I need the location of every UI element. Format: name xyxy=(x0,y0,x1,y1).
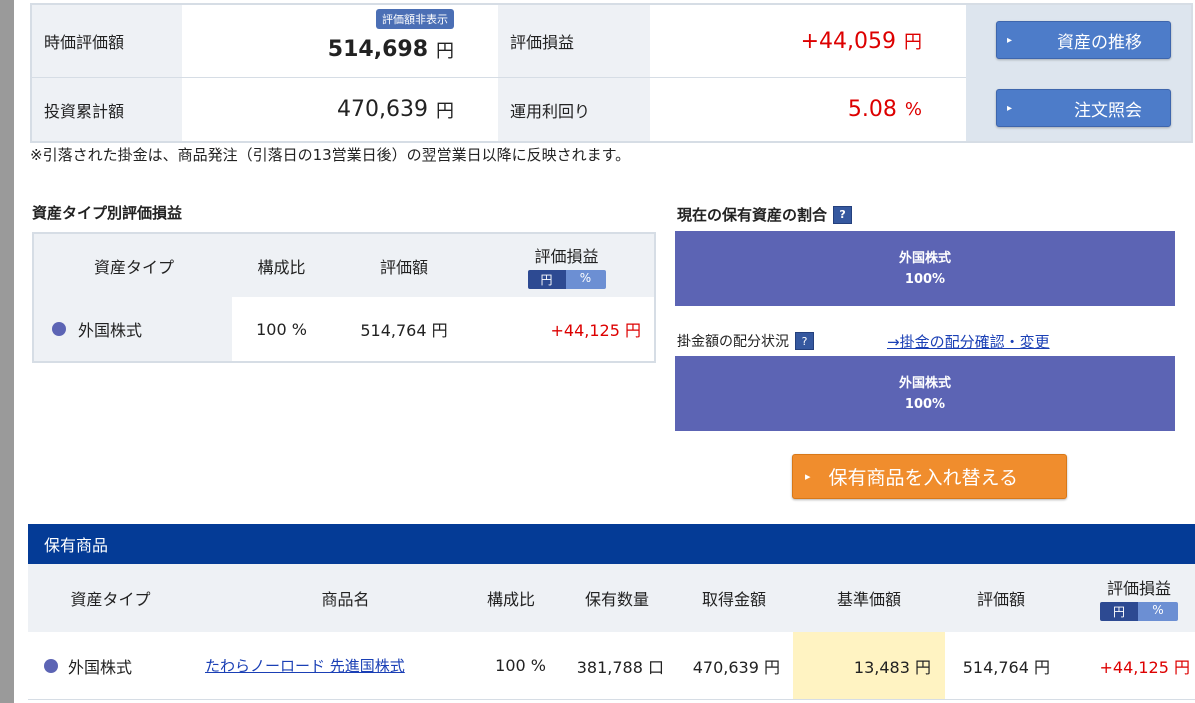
invested-label: 投資累計額 xyxy=(32,78,182,141)
toggle-percent[interactable]: % xyxy=(1138,602,1178,621)
contribution-title: 掛金額の配分状況 ? xyxy=(677,331,814,351)
yield-label: 運用利回り xyxy=(498,78,650,141)
asset-history-button[interactable]: ▸ 資産の推移 xyxy=(996,21,1171,59)
table-row: 外国株式 たわらノーロード 先進国株式 100 % 381,788 口 470,… xyxy=(28,632,1195,700)
col-gain: 評価損益 円 % xyxy=(1083,564,1195,632)
summary-panel: 時価評価額 評価額非表示 514,698 円 評価損益 +44,059 円 投資… xyxy=(30,3,1193,143)
market-value: 514,698 xyxy=(327,36,428,62)
col-nav: 基準価額 xyxy=(836,590,901,609)
col-asset-type: 資産タイプ xyxy=(93,257,174,277)
col-value: 評価額 xyxy=(379,257,428,277)
asset-type-header: 資産タイプ 構成比 評価額 評価損益 円 % xyxy=(34,234,654,297)
holding-nav: 13,483 円 xyxy=(793,632,945,699)
col-cost: 取得金額 xyxy=(701,590,766,609)
yield-cell: 5.08 % xyxy=(650,78,966,141)
col-ratio: 構成比 xyxy=(257,257,306,277)
asset-type-title: 資産タイプ別評価損益 xyxy=(32,204,183,222)
hide-value-badge[interactable]: 評価額非表示 xyxy=(376,9,454,29)
holding-ratio: 100 % xyxy=(495,656,546,675)
market-value-yen: 円 xyxy=(436,41,454,62)
market-value-cell: 評価額非表示 514,698 円 xyxy=(182,5,498,77)
col-gain: 評価損益 円 % xyxy=(479,234,654,297)
holding-value: 514,764 円 xyxy=(962,657,1050,677)
order-inquiry-button[interactable]: ▸ 注文照会 xyxy=(996,89,1171,127)
gain-unit-toggle: 円 % xyxy=(527,269,606,289)
series-dot-icon xyxy=(44,658,58,673)
unrealized-label: 評価損益 xyxy=(498,5,650,77)
unrealized-cell: +44,059 円 xyxy=(650,5,966,77)
asset-row-gain: +44,125 円 xyxy=(550,321,641,340)
contribution-change-link[interactable]: →掛金の配分確認・変更 xyxy=(887,331,1050,352)
gain-unit-toggle: 円 % xyxy=(1100,602,1178,621)
col-ratio: 構成比 xyxy=(486,590,535,609)
invested-cell: 470,639 円 xyxy=(182,78,498,141)
left-scroll-edge xyxy=(0,0,14,703)
reflection-note: ※引落された掛金は、商品発注（引落日の13営業日後）の翌営業日以降に反映されます… xyxy=(30,146,631,164)
arrow-right-icon: ▸ xyxy=(1007,102,1013,114)
holding-product-link[interactable]: たわらノーロード 先進国株式 xyxy=(205,632,485,699)
asset-row-type: 外国株式 xyxy=(34,297,232,361)
invested-value: 470,639 xyxy=(337,97,428,122)
holding-quantity: 381,788 口 xyxy=(576,657,664,677)
current-allocation-title: 現在の保有資産の割合 ? xyxy=(677,204,853,225)
col-product-name: 商品名 xyxy=(321,590,370,609)
col-asset-type: 資産タイプ xyxy=(70,590,151,609)
summary-actions: ▸ 資産の推移 ▸ 注文照会 xyxy=(966,5,1191,141)
toggle-yen[interactable]: 円 xyxy=(1100,602,1138,621)
holdings-header: 保有商品 xyxy=(28,524,1195,564)
arrow-right-icon: ▸ xyxy=(805,470,811,483)
toggle-yen[interactable]: 円 xyxy=(527,269,566,289)
yield-value: 5.08 xyxy=(847,97,897,122)
holdings-columns: 資産タイプ 商品名 構成比 保有数量 取得金額 基準価額 評価額 評価損益 円 … xyxy=(28,564,1195,632)
asset-row-ratio: 100 % xyxy=(256,319,307,339)
series-dot-icon xyxy=(52,322,66,336)
help-icon[interactable]: ? xyxy=(795,332,814,350)
unrealized-yen: 円 xyxy=(904,32,922,53)
invested-yen: 円 xyxy=(436,100,454,122)
asset-type-table: 資産タイプ 構成比 評価額 評価損益 円 % 外国株式 100 % 514,76… xyxy=(32,232,656,363)
arrow-right-icon: ▸ xyxy=(1007,34,1013,46)
col-value: 評価額 xyxy=(976,590,1025,609)
asset-row-value: 514,764 円 xyxy=(360,321,448,340)
col-quantity: 保有数量 xyxy=(584,590,649,609)
current-allocation-bar: 外国株式 100% xyxy=(675,231,1175,306)
holding-cost: 470,639 円 xyxy=(692,657,780,677)
swap-holdings-button[interactable]: ▸ 保有商品を入れ替える xyxy=(792,454,1067,499)
holding-asset-type: 外国株式 xyxy=(44,632,194,699)
help-icon[interactable]: ? xyxy=(833,205,853,224)
market-value-label: 時価評価額 xyxy=(32,5,182,77)
holding-gain: +44,125 円 xyxy=(1099,657,1190,677)
yield-percent: % xyxy=(904,99,922,120)
unrealized-value: +44,059 xyxy=(800,28,896,54)
contribution-allocation-bar: 外国株式 100% xyxy=(675,356,1175,431)
toggle-percent[interactable]: % xyxy=(565,269,606,289)
